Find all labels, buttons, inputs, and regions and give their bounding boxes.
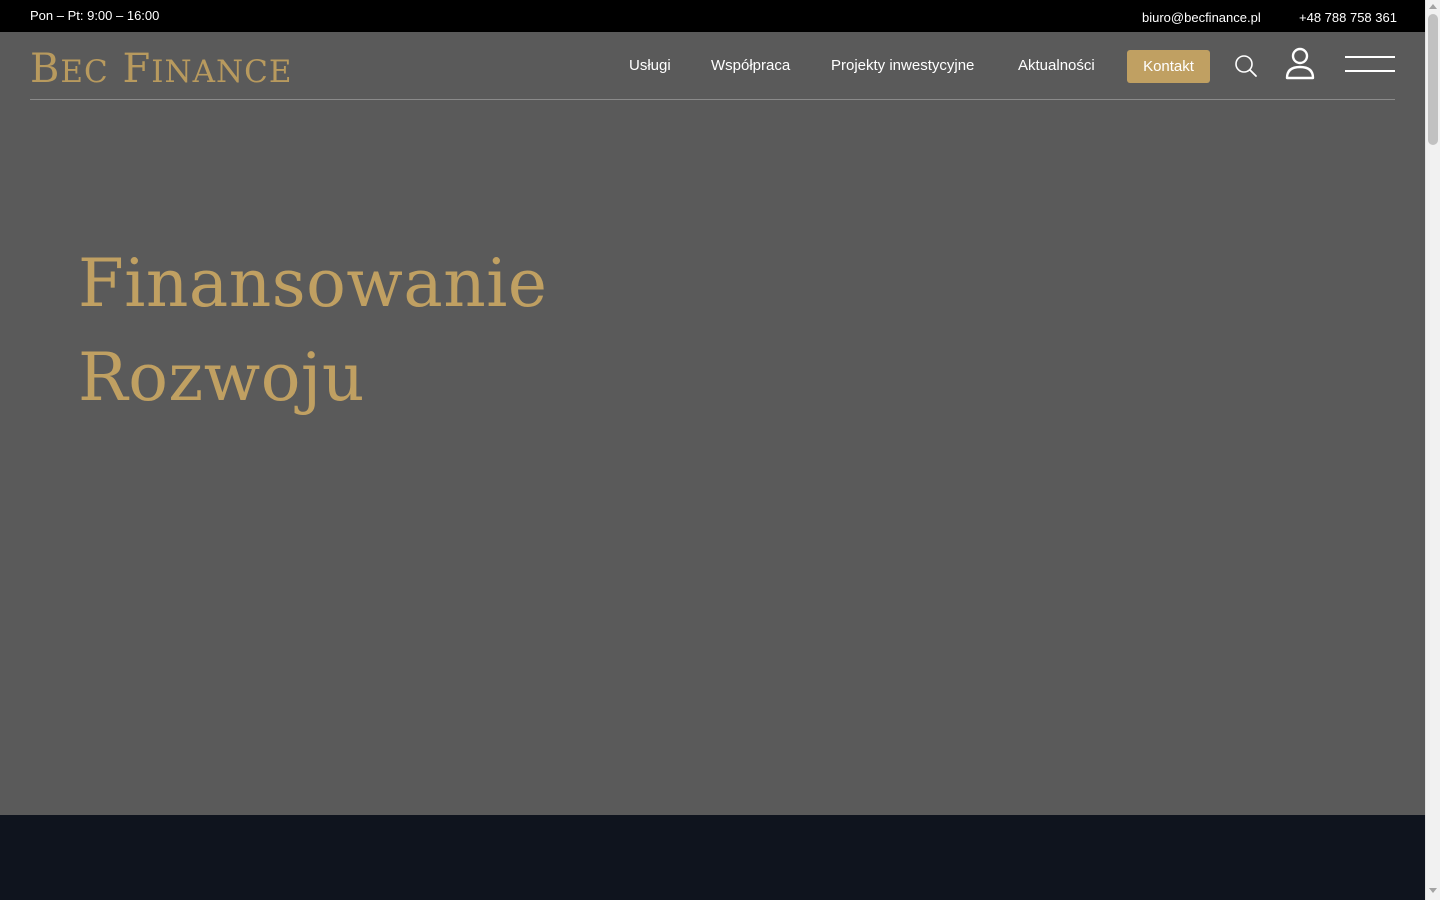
site-header: BEC FINANCE Usługi Współpraca Projekty i… [0,32,1425,100]
nav-item-uslugi[interactable]: Usługi [629,57,671,74]
logo-letter-f: F [122,46,152,92]
logo-space [109,46,123,92]
header-divider [30,99,1395,100]
nav-item-aktualnosci[interactable]: Aktualności [1018,57,1095,74]
hero-title-line-1: Finansowanie [78,245,548,322]
page-viewport: Pon – Pt: 9:00 – 16:00 biuro@becfinance.… [0,0,1425,900]
logo-letters-inance: INANCE [151,54,293,90]
scroll-up-arrow-icon[interactable] [1429,4,1437,9]
contact-button[interactable]: Kontakt [1127,50,1210,83]
scrollbar-thumb[interactable] [1428,14,1438,145]
scroll-down-arrow-icon[interactable] [1429,888,1437,893]
phone-link[interactable]: +48 788 758 361 [1299,10,1397,25]
menu-icon[interactable] [1345,54,1395,74]
logo-letter-b: B [30,46,61,92]
brand-logo[interactable]: BEC FINANCE [30,46,292,92]
logo-letters-ec: EC [60,54,109,90]
user-icon[interactable] [1284,47,1316,81]
hero-title: Finansowanie Rozwoju [78,237,547,425]
opening-hours: Pon – Pt: 9:00 – 16:00 [30,8,160,23]
next-section [0,815,1425,900]
top-info-bar: Pon – Pt: 9:00 – 16:00 biuro@becfinance.… [0,0,1425,32]
hero-title-line-2: Rozwoju [78,339,365,416]
page-scrollbar[interactable] [1425,0,1440,900]
email-link[interactable]: biuro@becfinance.pl [1142,10,1261,25]
search-icon[interactable] [1233,53,1259,79]
nav-item-projekty-inwestycyjne[interactable]: Projekty inwestycyjne [831,57,974,74]
nav-item-wspolpraca[interactable]: Współpraca [711,57,790,74]
